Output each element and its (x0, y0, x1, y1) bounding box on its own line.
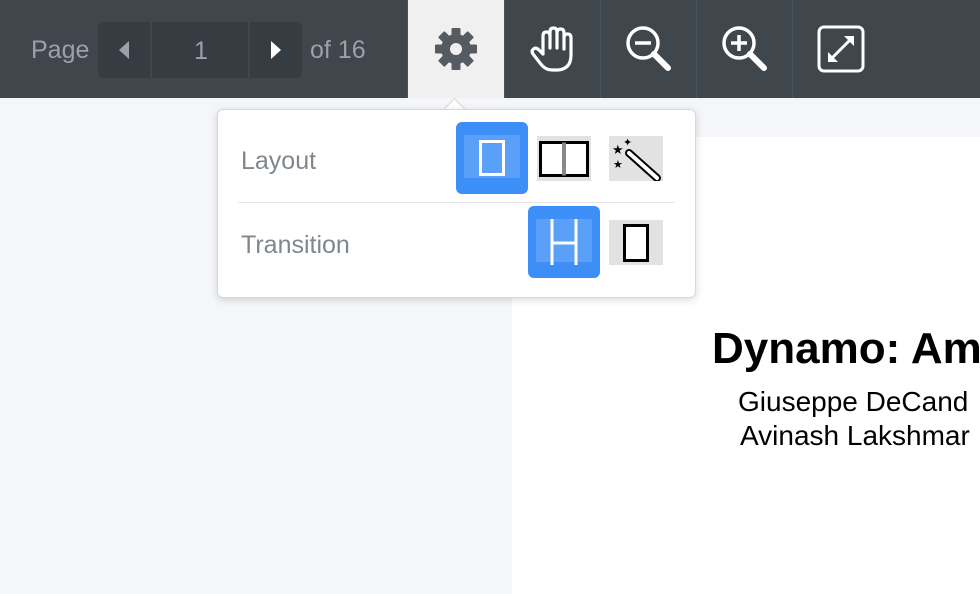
transition-label: Transition (241, 231, 350, 259)
zoom-in-icon (722, 26, 767, 71)
zoom-out-icon (626, 26, 671, 71)
settings-popover: Layout ★ ✦ ★ Transition (217, 109, 696, 298)
layout-two-page-option[interactable] (537, 136, 591, 181)
document-author: Giuseppe DeCand (738, 386, 969, 417)
gear-icon (435, 28, 477, 70)
transition-page-option[interactable] (609, 220, 663, 265)
page-flip-icon (623, 223, 649, 262)
chevron-right-icon (271, 41, 281, 59)
next-page-button[interactable] (250, 22, 302, 78)
fullscreen-icon (817, 25, 865, 73)
layout-auto-option[interactable]: ★ ✦ ★ (609, 136, 663, 181)
two-page-icon (539, 140, 589, 177)
page-navigator (98, 22, 302, 80)
vertical-scroll-icon (550, 219, 578, 265)
document-title: Dynamo: Am (712, 324, 980, 373)
settings-button[interactable] (408, 0, 504, 98)
viewer-toolbar: Page of 16 (0, 0, 980, 98)
page-label: Page (31, 36, 90, 64)
popover-divider (238, 202, 675, 203)
single-page-icon (479, 140, 505, 176)
page-count: of 16 (310, 36, 366, 64)
zoom-in-button[interactable] (697, 0, 793, 98)
magic-wand-icon: ★ ✦ ★ (612, 136, 661, 181)
svg-text:★: ★ (612, 143, 624, 158)
page-number-input[interactable] (152, 22, 250, 80)
fullscreen-button[interactable] (793, 0, 889, 98)
pan-tool-button[interactable] (505, 0, 601, 98)
layout-single-page-option[interactable] (456, 122, 528, 194)
zoom-out-button[interactable] (601, 0, 697, 98)
previous-page-button[interactable] (98, 22, 150, 78)
svg-text:★: ★ (613, 158, 623, 171)
hand-icon (530, 26, 573, 72)
document-author: Avinash Lakshmar (740, 420, 970, 451)
layout-label: Layout (241, 147, 317, 175)
transition-scroll-option[interactable] (528, 206, 600, 278)
chevron-left-icon (119, 41, 129, 59)
svg-text:✦: ✦ (623, 136, 632, 149)
